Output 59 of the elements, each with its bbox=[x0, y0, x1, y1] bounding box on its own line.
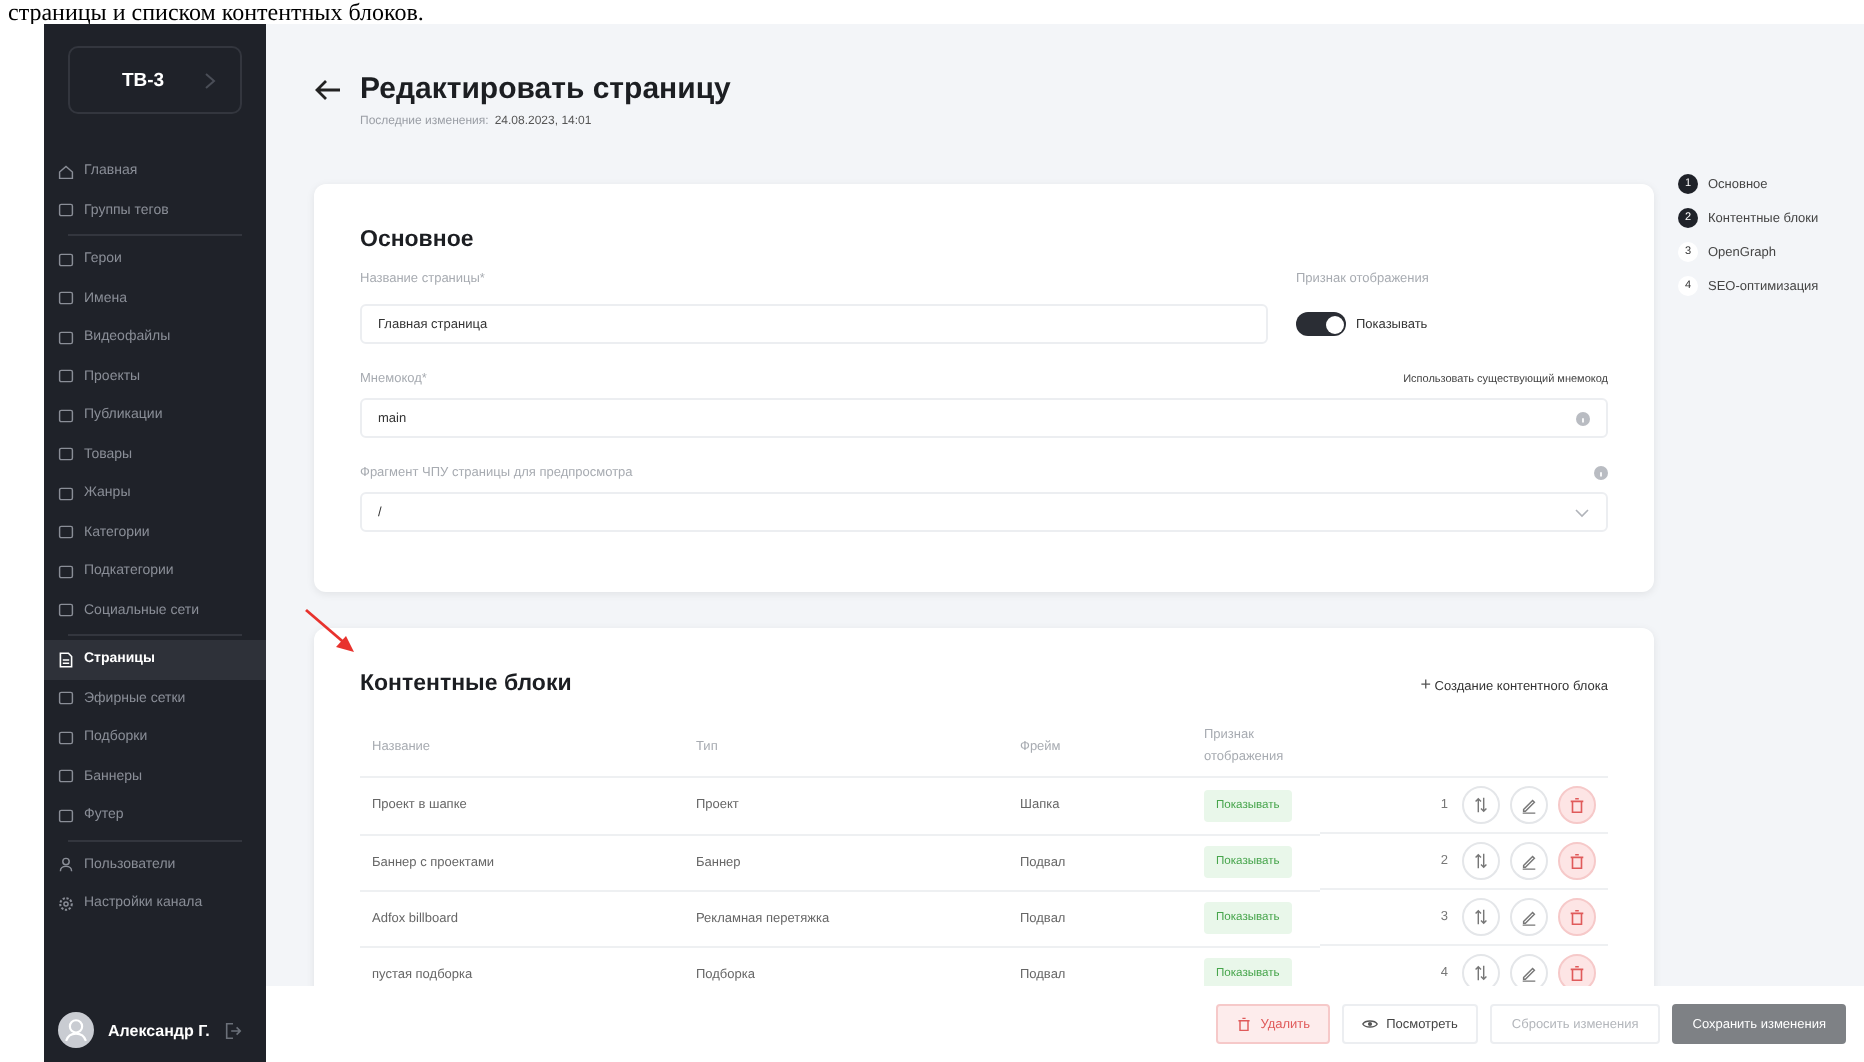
square-icon bbox=[58, 807, 74, 824]
avatar bbox=[58, 1012, 94, 1048]
sort-button[interactable] bbox=[1462, 954, 1500, 986]
square-icon bbox=[58, 524, 74, 541]
square-icon bbox=[58, 563, 74, 580]
user-icon bbox=[58, 856, 74, 873]
sort-button[interactable] bbox=[1462, 898, 1500, 936]
user-name: Александр Г. bbox=[108, 1021, 210, 1039]
square-icon bbox=[58, 290, 74, 307]
square-icon bbox=[58, 485, 74, 502]
sort-arrows-icon bbox=[1472, 852, 1490, 870]
project-selector[interactable]: ТВ-3 bbox=[68, 46, 242, 114]
square-icon bbox=[58, 446, 74, 463]
delete-button[interactable] bbox=[1558, 954, 1596, 986]
trash-icon bbox=[1568, 908, 1586, 926]
edit-button[interactable] bbox=[1510, 898, 1548, 936]
sort-arrows-icon bbox=[1472, 908, 1490, 926]
square-icon bbox=[58, 690, 74, 707]
settings-icon bbox=[58, 895, 74, 912]
edit-button[interactable] bbox=[1510, 954, 1548, 986]
square-icon bbox=[58, 602, 74, 619]
square-icon bbox=[58, 368, 74, 385]
house-icon bbox=[58, 163, 74, 180]
pencil-icon bbox=[1520, 908, 1538, 926]
pencil-icon bbox=[1520, 852, 1538, 870]
chevron-down-icon bbox=[1574, 507, 1590, 517]
logout-icon[interactable] bbox=[224, 1021, 242, 1039]
square-icon bbox=[58, 329, 74, 346]
eye-icon bbox=[1362, 1016, 1379, 1032]
square-icon bbox=[58, 251, 74, 268]
annotation-arrow bbox=[304, 608, 356, 656]
sort-button[interactable] bbox=[1462, 786, 1500, 824]
pencil-icon bbox=[1520, 964, 1538, 982]
delete-button[interactable] bbox=[1558, 898, 1596, 936]
trash-icon bbox=[1568, 852, 1586, 870]
document-icon bbox=[58, 651, 74, 668]
edit-button[interactable] bbox=[1510, 786, 1548, 824]
page-title: Редактировать страницу bbox=[360, 72, 731, 106]
square-icon bbox=[58, 768, 74, 785]
sort-arrows-icon bbox=[1472, 964, 1490, 982]
chevron-icon bbox=[204, 71, 217, 89]
info-icon bbox=[1594, 466, 1608, 480]
trash-icon bbox=[1568, 796, 1586, 814]
square-icon bbox=[58, 202, 74, 219]
delete-button[interactable] bbox=[1558, 842, 1596, 880]
back-arrow-icon[interactable] bbox=[314, 77, 342, 101]
trash-icon bbox=[1236, 1016, 1253, 1032]
trash-icon bbox=[1568, 964, 1586, 982]
square-icon bbox=[58, 407, 74, 424]
pencil-icon bbox=[1520, 796, 1538, 814]
info-icon bbox=[1576, 411, 1590, 425]
toggle-switch[interactable] bbox=[1296, 312, 1346, 336]
delete-button[interactable] bbox=[1558, 786, 1596, 824]
square-icon bbox=[58, 729, 74, 746]
sort-arrows-icon bbox=[1472, 796, 1490, 814]
sort-button[interactable] bbox=[1462, 842, 1500, 880]
edit-button[interactable] bbox=[1510, 842, 1548, 880]
section-title: Контентные блоки bbox=[360, 672, 572, 696]
section-title: Основное bbox=[360, 228, 476, 252]
